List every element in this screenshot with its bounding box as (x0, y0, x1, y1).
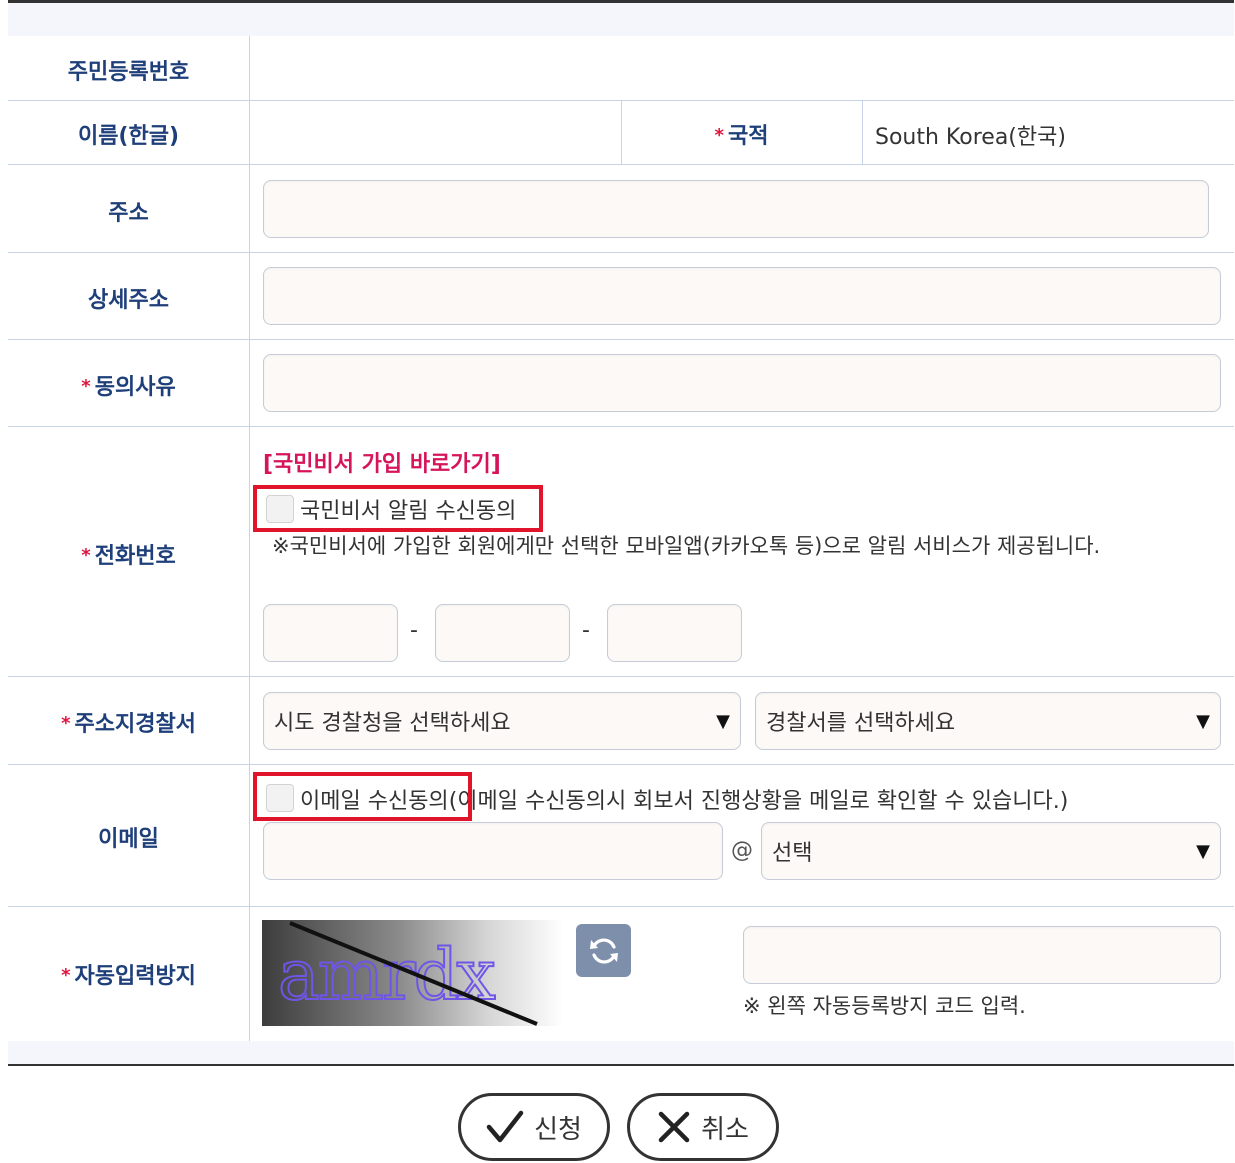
submit-button[interactable]: 신청 (458, 1093, 610, 1161)
captcha-label-text: 자동입력방지 (74, 964, 196, 989)
consent-reason-input[interactable] (263, 354, 1221, 412)
police-agency-select[interactable]: 시도 경찰청을 선택하세요 ▼ (263, 692, 741, 750)
captcha-label: * 자동입력방지 (8, 958, 249, 990)
row-divider (8, 764, 1234, 765)
rrn-label-text: 주민등록번호 (67, 60, 190, 85)
nationality-right-divider (862, 100, 863, 164)
row-divider (8, 906, 1234, 907)
captcha-input[interactable] (743, 926, 1221, 984)
consent-reason-label: * 동의사유 (8, 369, 249, 401)
police-label-text: 주소지경찰서 (74, 712, 196, 737)
required-mark: * (714, 125, 724, 146)
phone-separator: - (582, 618, 590, 643)
row-divider (8, 164, 1234, 165)
kukmin-biseo-signup-link[interactable]: [국민비서 가입 바로가기] (263, 446, 501, 478)
x-icon (658, 1111, 690, 1143)
captcha-notice: ※ 왼쪽 자동등록방지 코드 입력. (743, 994, 1026, 1018)
email-label-text: 이메일 (98, 827, 159, 852)
required-mark: * (61, 965, 71, 986)
nationality-label-text: 국적 (727, 124, 769, 149)
consent-reason-label-text: 동의사유 (94, 375, 176, 400)
row-divider (8, 339, 1234, 340)
address-detail-input[interactable] (263, 267, 1221, 325)
address-label-text: 주소 (108, 201, 149, 226)
captcha-image: amrdx (262, 920, 564, 1026)
phone-part1-input[interactable] (263, 604, 398, 662)
email-at-sign: @ (731, 838, 753, 863)
email-domain-select[interactable]: 선택 ▼ (761, 822, 1221, 880)
label-column-divider (249, 36, 250, 1041)
cancel-button[interactable]: 취소 (627, 1093, 779, 1161)
phone-part2-input[interactable] (435, 604, 570, 662)
name-label: 이름(한글) (8, 118, 249, 150)
email-domain-select-text: 선택 (772, 841, 813, 866)
submit-button-label: 신청 (534, 1114, 582, 1145)
required-mark: * (81, 376, 91, 397)
phone-consent-highlight (253, 485, 543, 532)
police-agency-select-text: 시도 경찰청을 선택하세요 (274, 711, 511, 736)
cancel-button-label: 취소 (701, 1114, 749, 1145)
captcha-strike-line (289, 921, 538, 1026)
email-consent-note: (이메일 수신동의시 회보서 진행상황을 메일로 확인할 수 있습니다.) (448, 789, 1069, 814)
row-divider (8, 676, 1234, 677)
phone-notice: ※국민비서에 가입한 회원에게만 선택한 모바일앱(카카오톡 등)으로 알림 서… (272, 534, 1101, 558)
email-id-input[interactable] (263, 822, 723, 880)
row-divider (8, 252, 1234, 253)
phone-separator: - (410, 618, 418, 643)
police-station-select-text: 경찰서를 선택하세요 (766, 711, 956, 736)
police-station-select[interactable]: 경찰서를 선택하세요 ▼ (755, 692, 1221, 750)
email-consent-highlight (253, 772, 472, 821)
address-label: 주소 (8, 195, 249, 227)
email-label: 이메일 (8, 821, 249, 853)
refresh-icon (589, 937, 618, 964)
required-mark: * (81, 545, 91, 566)
nationality-value: South Korea(한국) (875, 125, 1066, 150)
phone-part3-input[interactable] (607, 604, 742, 662)
dropdown-arrow-icon: ▼ (716, 710, 730, 732)
address-input[interactable] (263, 180, 1209, 238)
address-detail-label: 상세주소 (8, 282, 249, 314)
table-bottom-band (8, 1041, 1234, 1066)
dropdown-arrow-icon: ▼ (1196, 710, 1210, 732)
row-divider (8, 426, 1234, 427)
name-label-text: 이름(한글) (77, 124, 180, 149)
checkmark-icon (486, 1110, 524, 1143)
dropdown-arrow-icon: ▼ (1196, 840, 1210, 862)
phone-label-text: 전화번호 (94, 544, 176, 569)
captcha-refresh-button[interactable] (576, 924, 631, 977)
nationality-label: * 국적 (621, 118, 862, 150)
police-label: * 주소지경찰서 (8, 706, 249, 738)
phone-label: * 전화번호 (8, 538, 249, 570)
rrn-label: 주민등록번호 (8, 54, 249, 86)
address-detail-label-text: 상세주소 (88, 288, 169, 313)
table-top-band (8, 0, 1234, 36)
required-mark: * (61, 713, 71, 734)
